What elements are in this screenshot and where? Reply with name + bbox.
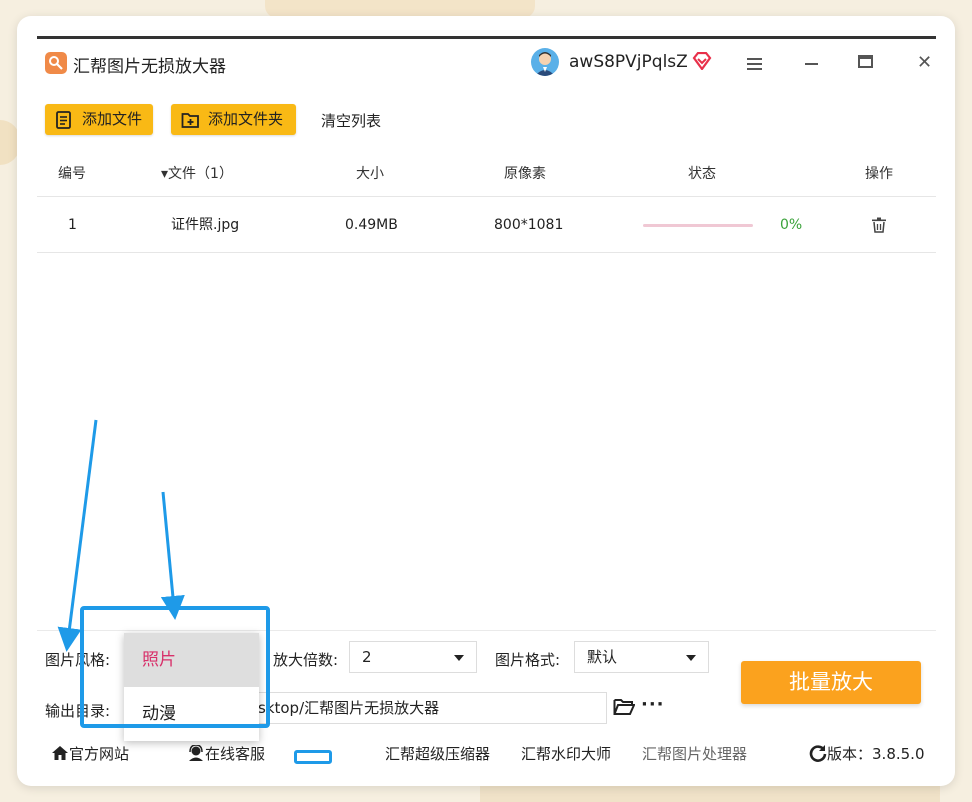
file-icon (56, 111, 71, 129)
processor-link[interactable]: 汇帮图片处理器 (642, 743, 747, 764)
table-row[interactable]: 1 证件照.jpg 0.49MB 800*1081 0% (37, 198, 936, 253)
minimize-icon[interactable] (805, 63, 818, 65)
chevron-down-icon (686, 655, 696, 661)
format-value: 默认 (587, 648, 618, 666)
clear-list-button[interactable]: 清空列表 (321, 110, 381, 131)
format-select[interactable]: 默认 (574, 641, 709, 673)
version-number: 3.8.5.0 (872, 745, 925, 763)
version-info[interactable]: 版本：3.8.5.0 (809, 743, 925, 764)
scale-label: 放大倍数: (273, 651, 339, 669)
toolbar: 添加文件 添加文件夹 清空列表 (37, 90, 936, 150)
add-folder-label: 添加文件夹 (208, 110, 284, 128)
header-file-label: 文件（1） (168, 166, 233, 182)
version-label: 版本： (827, 745, 873, 763)
scale-select[interactable]: 2 (349, 641, 477, 673)
maximize-icon[interactable] (858, 55, 873, 68)
scale-value: 2 (362, 648, 372, 666)
format-label: 图片格式: (495, 651, 561, 669)
add-folder-icon (181, 113, 199, 128)
refresh-icon (809, 745, 827, 762)
menu-icon[interactable] (747, 55, 762, 74)
vip-diamond-icon[interactable] (692, 51, 712, 74)
app-title: 汇帮图片无损放大器 (73, 57, 226, 77)
annotation-small-box (294, 750, 332, 764)
row-size: 0.49MB (345, 217, 398, 233)
service-label: 在线客服 (205, 745, 266, 763)
row-file-name: 证件照.jpg (171, 217, 240, 233)
title-bar: 汇帮图片无损放大器 awS8PVjPqlsZ ✕ (37, 39, 936, 89)
website-label: 官方网站 (69, 745, 130, 763)
watermark-link[interactable]: 汇帮水印大师 (521, 743, 611, 764)
compressor-link[interactable]: 汇帮超级压缩器 (385, 743, 490, 764)
chevron-down-icon (454, 655, 464, 661)
header-action: 操作 (865, 166, 893, 182)
header-file-sort[interactable]: ▾文件（1） (161, 152, 233, 196)
user-avatar[interactable] (531, 48, 559, 76)
online-service-link[interactable]: 在线客服 (187, 743, 265, 764)
header-size: 大小 (356, 166, 384, 182)
row-pixels: 800*1081 (494, 217, 564, 233)
app-logo-icon (45, 52, 67, 74)
add-folder-button[interactable]: 添加文件夹 (171, 104, 296, 135)
sort-down-icon: ▾ (161, 166, 169, 182)
table-header: 编号 ▾文件（1） 大小 原像素 状态 操作 (37, 152, 936, 197)
home-icon (52, 746, 68, 760)
headset-icon (189, 744, 203, 761)
add-file-label: 添加文件 (82, 110, 143, 128)
footer-bar: 官方网站 在线客服 汇帮超级压缩器 汇帮水印大师 汇帮图片处理器 版本：3.8.… (37, 735, 936, 771)
progress-percent: 0% (780, 217, 803, 233)
close-icon[interactable]: ✕ (917, 54, 932, 72)
add-file-button[interactable]: 添加文件 (45, 104, 153, 135)
trash-icon[interactable] (872, 217, 886, 237)
header-index: 编号 (58, 166, 86, 182)
header-status: 状态 (688, 166, 716, 182)
open-folder-icon[interactable] (613, 698, 636, 720)
annotation-highlight-box (80, 606, 270, 728)
username: awS8PVjPqlsZ (569, 52, 688, 72)
more-options-icon[interactable]: ··· (641, 694, 665, 715)
batch-enlarge-button[interactable]: 批量放大 (741, 661, 921, 704)
official-website-link[interactable]: 官方网站 (51, 743, 129, 764)
progress-bar (643, 224, 753, 227)
row-index: 1 (68, 217, 77, 233)
header-pixels: 原像素 (504, 166, 546, 182)
